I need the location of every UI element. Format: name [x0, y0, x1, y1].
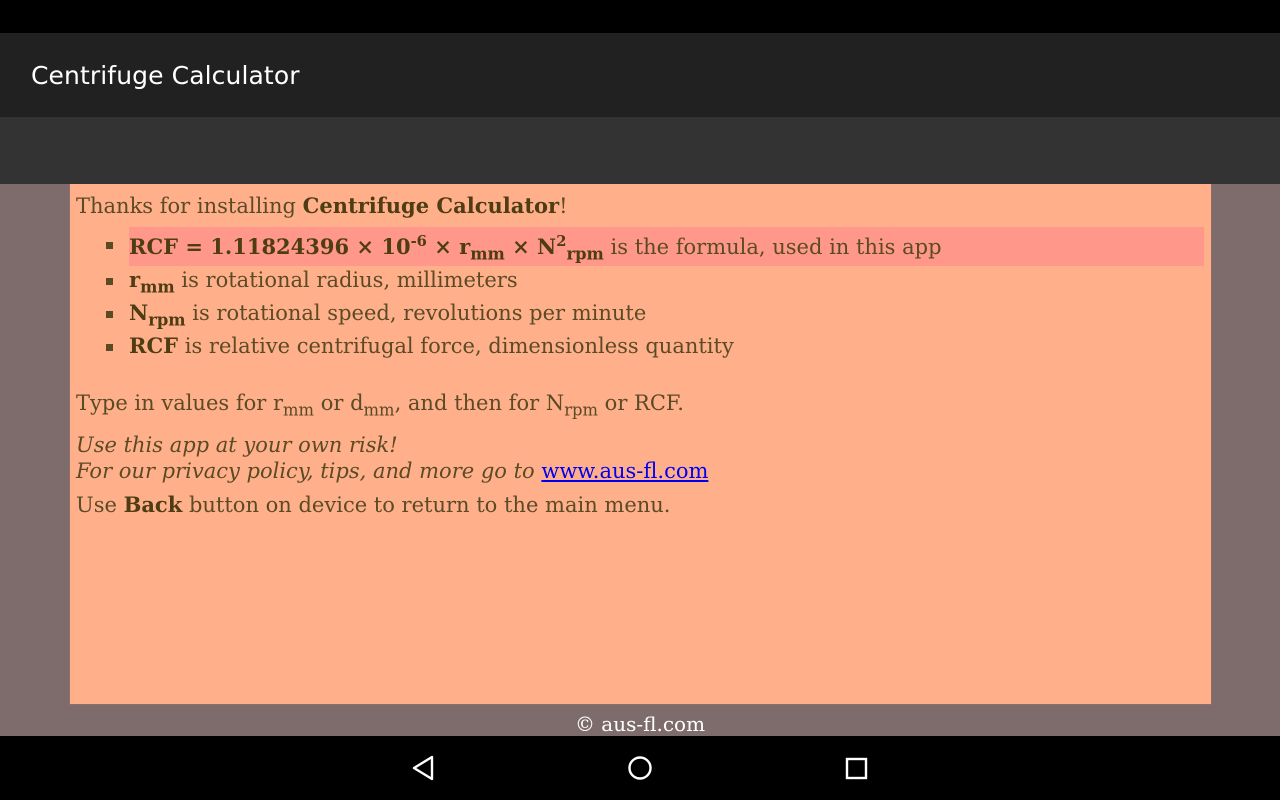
instructions-text: Type in values for rmm or dmm, and then …: [76, 391, 684, 420]
intro-text: Thanks for installing Centrifuge Calcula…: [76, 193, 568, 218]
list-item-rcf: RCF is relative centrifugal force, dimen…: [106, 333, 734, 359]
back-triangle-icon[interactable]: [408, 752, 440, 784]
app-bar: Centrifuge Calculator: [0, 33, 1280, 117]
bullet-icon: [106, 278, 113, 285]
intro-app-name: Centrifuge Calculator: [302, 193, 560, 218]
recents-square-icon[interactable]: [840, 752, 872, 784]
bullet-icon: [106, 242, 113, 249]
back-instruction: Use Back button on device to return to t…: [76, 492, 671, 517]
formula-text: RCF = 1.11824396 × 10-6 × rmm × N2rpm: [129, 233, 604, 265]
list-item-radius: rmm is rotational radius, millimeters: [106, 267, 518, 295]
list-item-formula: RCF = 1.11824396 × 10-6 × rmm × N2rpm is…: [106, 227, 1204, 266]
status-bar: [0, 0, 1280, 33]
copyright-footer: © aus-fl.com: [574, 712, 706, 736]
privacy-text: For our privacy policy, tips, and more g…: [76, 459, 709, 483]
list-item-speed: Nrpm is rotational speed, revolutions pe…: [106, 300, 646, 328]
app-title: Centrifuge Calculator: [31, 60, 300, 90]
bullet-icon: [106, 344, 113, 351]
info-panel: Thanks for installing Centrifuge Calcula…: [69, 184, 1212, 705]
website-link[interactable]: www.aus-fl.com: [541, 459, 708, 483]
home-circle-icon[interactable]: [624, 752, 656, 784]
risk-warning: Use this app at your own risk!: [76, 433, 398, 457]
content-area[interactable]: Thanks for installing Centrifuge Calcula…: [0, 184, 1280, 736]
toolbar-strip: [0, 117, 1280, 184]
navigation-bar: [0, 736, 1280, 800]
bullet-icon: [106, 311, 113, 318]
